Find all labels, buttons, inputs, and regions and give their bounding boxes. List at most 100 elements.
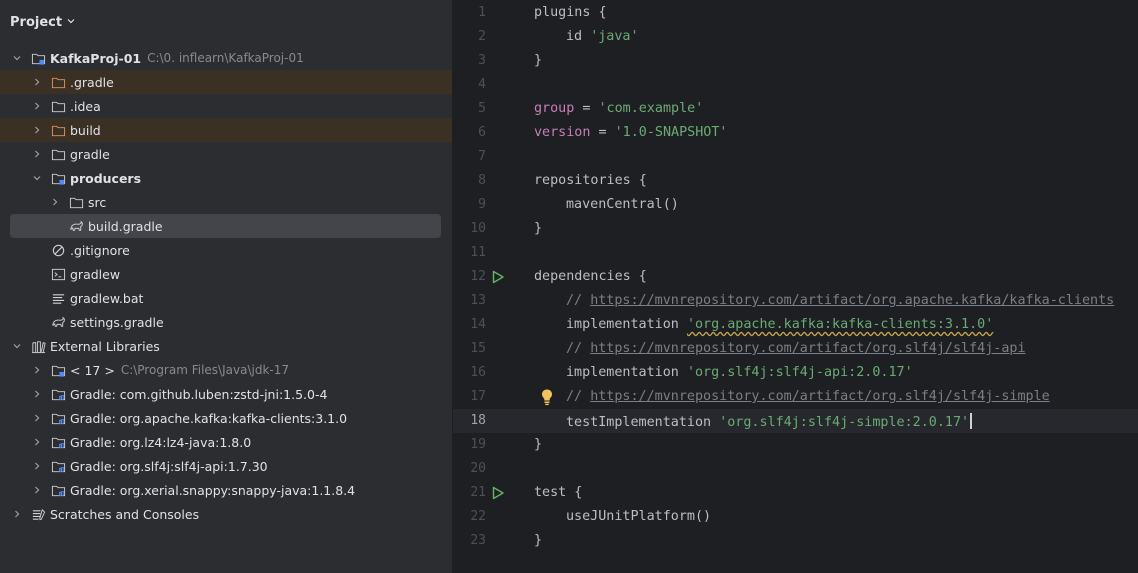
tree-item-root[interactable]: KafkaProj-01 C:\0. inflearn\KafkaProj-01 — [0, 46, 452, 70]
tree-item-library[interactable]: Gradle: org.xerial.snappy:snappy-java:1.… — [0, 478, 452, 502]
code-line[interactable]: 23 } — [453, 529, 1138, 553]
line-number: 23 — [470, 533, 486, 548]
text-caret — [970, 413, 973, 429]
code-line[interactable]: 9 mavenCentral() — [453, 193, 1138, 217]
chevron-right-icon[interactable] — [32, 485, 42, 495]
tree-item-jdk[interactable]: < 17 > C:\Program Files\Java\jdk-17 — [0, 358, 452, 382]
line-number: 14 — [470, 317, 486, 332]
project-view-selector[interactable]: Project — [10, 12, 76, 32]
tree-item-idea-dir[interactable]: .idea — [0, 94, 452, 118]
tree-item-producers[interactable]: producers — [0, 166, 452, 190]
terminal-script-icon — [50, 266, 66, 282]
code-text: } — [534, 221, 543, 236]
code-line[interactable]: 10 } — [453, 217, 1138, 241]
chevron-down-icon[interactable] — [12, 53, 22, 63]
line-number: 13 — [470, 293, 486, 308]
chevron-right-icon[interactable] — [32, 461, 42, 471]
code-line[interactable]: 16 implementation 'org.slf4j:slf4j-api:2… — [453, 361, 1138, 385]
chevron-right-icon[interactable] — [32, 413, 42, 423]
chevron-right-icon[interactable] — [32, 77, 42, 87]
code-line[interactable]: 22 useJUnitPlatform() — [453, 505, 1138, 529]
tree-item-label: Gradle: org.xerial.snappy:snappy-java:1.… — [70, 482, 356, 498]
line-number: 17 — [470, 389, 486, 404]
tree-item-library[interactable]: Gradle: org.slf4j:slf4j-api:1.7.30 — [0, 454, 452, 478]
tree-item-label: External Libraries — [50, 338, 160, 354]
chevron-right-icon[interactable] — [12, 509, 22, 519]
code-line[interactable]: 4 — [453, 73, 1138, 97]
code-line[interactable]: 11 — [453, 241, 1138, 265]
excluded-folder-icon — [50, 122, 66, 138]
code-text: version = '1.0-SNAPSHOT' — [534, 125, 728, 140]
tree-item-label: Gradle: org.slf4j:slf4j-api:1.7.30 — [70, 458, 268, 474]
chevron-right-icon[interactable] — [32, 389, 42, 399]
code-line[interactable]: 13 // https://mvnrepository.com/artifact… — [453, 289, 1138, 313]
folder-icon — [50, 98, 66, 114]
code-line[interactable]: 19 } — [453, 433, 1138, 457]
run-gutter-icon[interactable] — [491, 486, 505, 500]
line-number: 10 — [470, 221, 486, 236]
tree-item-src[interactable]: src — [0, 190, 452, 214]
line-number: 22 — [470, 509, 486, 524]
code-line-current[interactable]: 18 testImplementation 'org.slf4j:slf4j-s… — [453, 409, 1138, 433]
code-line[interactable]: 17 // https://mvnrepository.com/artifact… — [453, 385, 1138, 409]
code-line[interactable]: 5 group = 'com.example' — [453, 97, 1138, 121]
code-line[interactable]: 3 } — [453, 49, 1138, 73]
tree-item-build-gradle[interactable]: build.gradle — [10, 214, 441, 238]
chevron-right-icon[interactable] — [32, 365, 42, 375]
code-line[interactable]: 20 — [453, 457, 1138, 481]
code-line[interactable]: 8 repositories { — [453, 169, 1138, 193]
chevron-down-icon[interactable] — [32, 173, 42, 183]
url-link[interactable]: https://mvnrepository.com/artifact/org.a… — [590, 293, 1114, 308]
tree-item-label: Scratches and Consoles — [50, 506, 200, 522]
code-text: implementation 'org.apache.kafka:kafka-c… — [566, 317, 994, 332]
line-number: 5 — [478, 101, 486, 116]
code-line[interactable]: 15 // https://mvnrepository.com/artifact… — [453, 337, 1138, 361]
code-text: mavenCentral() — [566, 197, 679, 212]
tree-item-library[interactable]: Gradle: org.apache.kafka:kafka-clients:3… — [0, 406, 452, 430]
code-text: repositories { — [534, 173, 647, 188]
module-folder-icon — [30, 50, 46, 66]
tree-item-path: C:\Program Files\Java\jdk-17 — [120, 363, 289, 377]
code-text: } — [534, 53, 543, 68]
line-number: 8 — [478, 173, 486, 188]
code-editor[interactable]: 1 plugins { 2 id 'java' 3 } 4 5 group = … — [453, 0, 1138, 573]
run-gutter-icon[interactable] — [491, 270, 505, 284]
code-line[interactable]: 2 id 'java' — [453, 25, 1138, 49]
sdk-folder-icon — [50, 362, 66, 378]
chevron-right-icon[interactable] — [32, 125, 42, 135]
line-number: 16 — [470, 365, 486, 380]
tree-item-gitignore[interactable]: .gitignore — [0, 238, 452, 262]
chevron-right-icon[interactable] — [50, 197, 60, 207]
tree-item-gradlew[interactable]: gradlew — [0, 262, 452, 286]
code-line[interactable]: 21 test { — [453, 481, 1138, 505]
code-line[interactable]: 14 implementation 'org.apache.kafka:kafk… — [453, 313, 1138, 337]
folder-icon — [50, 146, 66, 162]
tree-item-gradlew-bat[interactable]: gradlew.bat — [0, 286, 452, 310]
tree-item-gradle-dir[interactable]: .gradle — [0, 70, 452, 94]
code-text: // https://mvnrepository.com/artifact/or… — [566, 389, 1050, 404]
excluded-folder-icon — [50, 74, 66, 90]
url-link[interactable]: https://mvnrepository.com/artifact/org.s… — [590, 341, 1025, 356]
chevron-right-icon[interactable] — [32, 437, 42, 447]
chevron-right-icon[interactable] — [32, 101, 42, 111]
url-link[interactable]: https://mvnrepository.com/artifact/org.s… — [590, 389, 1050, 404]
tree-item-gradle[interactable]: gradle — [0, 142, 452, 166]
code-text: test { — [534, 485, 583, 500]
code-line[interactable]: 12 dependencies { — [453, 265, 1138, 289]
tree-item-library[interactable]: Gradle: com.github.luben:zstd-jni:1.5.0-… — [0, 382, 452, 406]
tree-item-build-dir[interactable]: build — [0, 118, 452, 142]
chevron-down-icon[interactable] — [12, 341, 22, 351]
tree-item-external-libraries[interactable]: External Libraries — [0, 334, 452, 358]
tree-item-scratches[interactable]: Scratches and Consoles — [0, 502, 452, 526]
ignore-file-icon — [50, 242, 66, 258]
library-jar-icon — [50, 386, 66, 402]
tree-item-library[interactable]: Gradle: org.lz4:lz4-java:1.8.0 — [0, 430, 452, 454]
code-line[interactable]: 6 version = '1.0-SNAPSHOT' — [453, 121, 1138, 145]
tree-item-settings-gradle[interactable]: settings.gradle — [0, 310, 452, 334]
code-text: plugins { — [534, 5, 607, 20]
chevron-right-icon[interactable] — [32, 149, 42, 159]
code-line[interactable]: 7 — [453, 145, 1138, 169]
code-line[interactable]: 1 plugins { — [453, 1, 1138, 25]
folder-icon — [68, 194, 84, 210]
project-tool-window: Project KafkaProj-01 C:\0. inflearn\Kafk… — [0, 0, 453, 573]
